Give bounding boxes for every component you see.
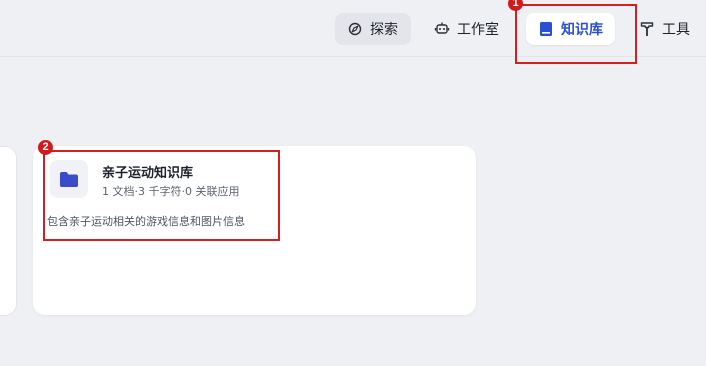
knowledge-card-partial[interactable] bbox=[0, 146, 17, 316]
highlight-box-knowledge-card bbox=[43, 150, 280, 241]
nav-studio[interactable]: 工作室 bbox=[434, 13, 514, 45]
compass-icon bbox=[347, 21, 363, 37]
step-marker-2: 2 bbox=[38, 140, 53, 155]
highlight-box-knowledge-nav bbox=[515, 4, 637, 64]
nav-tools[interactable]: 工具 bbox=[639, 13, 699, 45]
nav-tools-label: 工具 bbox=[662, 22, 690, 38]
nav-explore[interactable]: 探索 bbox=[335, 13, 411, 45]
robot-icon bbox=[434, 21, 450, 37]
nav-explore-label: 探索 bbox=[370, 22, 398, 38]
hammer-icon bbox=[639, 21, 655, 37]
nav-studio-label: 工作室 bbox=[457, 22, 499, 38]
